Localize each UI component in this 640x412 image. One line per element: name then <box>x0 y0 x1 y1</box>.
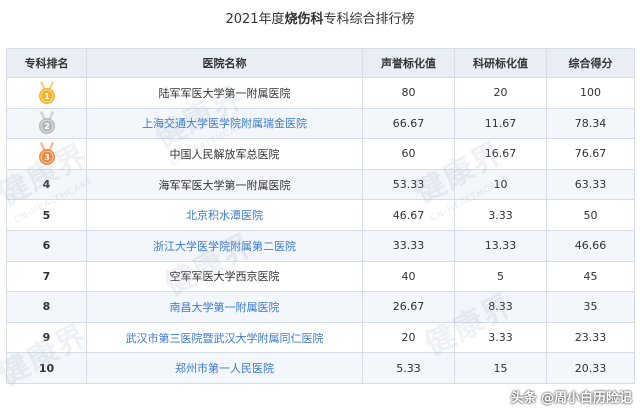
hospital-name: 陆军军医大学第一附属医院 <box>86 77 363 109</box>
table-body: 1 陆军军医大学第一附属医院 80 20 100 2 上海交通大学医学院附属瑞金医院 66.6… <box>6 77 635 384</box>
research-cell: 8.33 <box>454 291 547 323</box>
score-cell: 46.66 <box>546 229 635 262</box>
reputation-cell: 26.67 <box>362 291 455 323</box>
reputation-cell: 46.67 <box>362 199 455 231</box>
table-row: 3 中国人民解放军总医院 60 16.67 76.67 <box>6 138 635 170</box>
hospital-link[interactable]: 郑州市第一人民医院 <box>86 352 363 384</box>
hospital-link[interactable]: 上海交通大学医学院附属瑞金医院 <box>86 107 363 140</box>
hospital-name: 海军军医大学第一附属医院 <box>86 168 363 201</box>
rank-cell: 6 <box>6 229 87 262</box>
reputation-cell: 33.33 <box>362 229 455 262</box>
rank-cell: 7 <box>6 260 87 293</box>
research-cell: 3.33 <box>454 321 547 354</box>
research-cell: 3.33 <box>454 199 547 231</box>
score-cell: 45 <box>546 260 635 293</box>
score-cell: 100 <box>546 77 635 109</box>
rank-cell: 10 <box>6 352 87 384</box>
ranking-table: 专科排名 医院名称 声誉标化值 科研标化值 综合得分 1 陆军军医大学第一附属医院… <box>6 48 635 384</box>
research-cell: 5 <box>454 260 547 293</box>
silver-medal-icon: 2 <box>6 107 87 140</box>
svg-text:1: 1 <box>44 92 50 101</box>
research-cell: 11.67 <box>454 107 547 140</box>
reputation-cell: 20 <box>362 321 455 354</box>
col-header-research: 科研标化值 <box>454 48 547 78</box>
title-suffix: 专科综合排行榜 <box>323 12 415 27</box>
score-cell: 20.33 <box>546 352 635 384</box>
table-row: 4 海军军医大学第一附属医院 53.33 10 63.33 <box>6 168 635 201</box>
reputation-cell: 53.33 <box>362 168 455 201</box>
page-title: 2021年度烧伤科专科综合排行榜 <box>0 8 640 27</box>
col-header-reputation: 声誉标化值 <box>362 48 455 78</box>
score-cell: 35 <box>546 291 635 323</box>
score-cell: 78.34 <box>546 107 635 140</box>
reputation-cell: 66.67 <box>362 107 455 140</box>
rank-cell: 4 <box>6 168 87 201</box>
col-header-hospital: 医院名称 <box>86 48 363 78</box>
research-cell: 15 <box>454 352 547 384</box>
table-row: 10 郑州市第一人民医院 5.33 15 20.33 <box>6 352 635 384</box>
score-cell: 50 <box>546 199 635 231</box>
bronze-medal-icon: 3 <box>6 138 87 170</box>
reputation-cell: 40 <box>362 260 455 293</box>
score-cell: 63.33 <box>546 168 635 201</box>
hospital-link[interactable]: 武汉市第三医院暨武汉大学附属同仁医院 <box>86 321 363 354</box>
credit-label: 头条 @周小白历险记 <box>510 391 632 406</box>
table-row: 8 南昌大学第一附属医院 26.67 8.33 35 <box>6 291 635 323</box>
table-row: 9 武汉市第三医院暨武汉大学附属同仁医院 20 3.33 23.33 <box>6 321 635 354</box>
reputation-cell: 80 <box>362 77 455 109</box>
hospital-link[interactable]: 南昌大学第一附属医院 <box>86 291 363 323</box>
reputation-cell: 5.33 <box>362 352 455 384</box>
hospital-name: 中国人民解放军总医院 <box>86 138 363 170</box>
table-row: 1 陆军军医大学第一附属医院 80 20 100 <box>6 77 635 109</box>
hospital-link[interactable]: 北京积水潭医院 <box>86 199 363 231</box>
rank-cell: 5 <box>6 199 87 231</box>
research-cell: 16.67 <box>454 138 547 170</box>
table-row: 2 上海交通大学医学院附属瑞金医院 66.67 11.67 78.34 <box>6 107 635 140</box>
table-row: 5 北京积水潭医院 46.67 3.33 50 <box>6 199 635 231</box>
table-row: 6 浙江大学医学院附属第二医院 33.33 13.33 46.66 <box>6 229 635 262</box>
reputation-cell: 60 <box>362 138 455 170</box>
col-header-rank: 专科排名 <box>6 48 87 78</box>
table-header-row: 专科排名 医院名称 声誉标化值 科研标化值 综合得分 <box>6 48 635 78</box>
research-cell: 10 <box>454 168 547 201</box>
table-row: 7 空军军医大学西京医院 40 5 45 <box>6 260 635 293</box>
hospital-name: 空军军医大学西京医院 <box>86 260 363 293</box>
score-cell: 76.67 <box>546 138 635 170</box>
svg-text:3: 3 <box>44 153 50 162</box>
title-emphasis: 烧伤科 <box>284 12 324 27</box>
hospital-link[interactable]: 浙江大学医学院附属第二医院 <box>86 229 363 262</box>
rank-cell: 8 <box>6 291 87 323</box>
svg-text:2: 2 <box>44 122 50 131</box>
rank-cell: 9 <box>6 321 87 354</box>
score-cell: 23.33 <box>546 321 635 354</box>
gold-medal-icon: 1 <box>6 77 87 109</box>
research-cell: 20 <box>454 77 547 109</box>
research-cell: 13.33 <box>454 229 547 262</box>
title-prefix: 2021年度 <box>225 12 285 27</box>
col-header-score: 综合得分 <box>546 48 635 78</box>
